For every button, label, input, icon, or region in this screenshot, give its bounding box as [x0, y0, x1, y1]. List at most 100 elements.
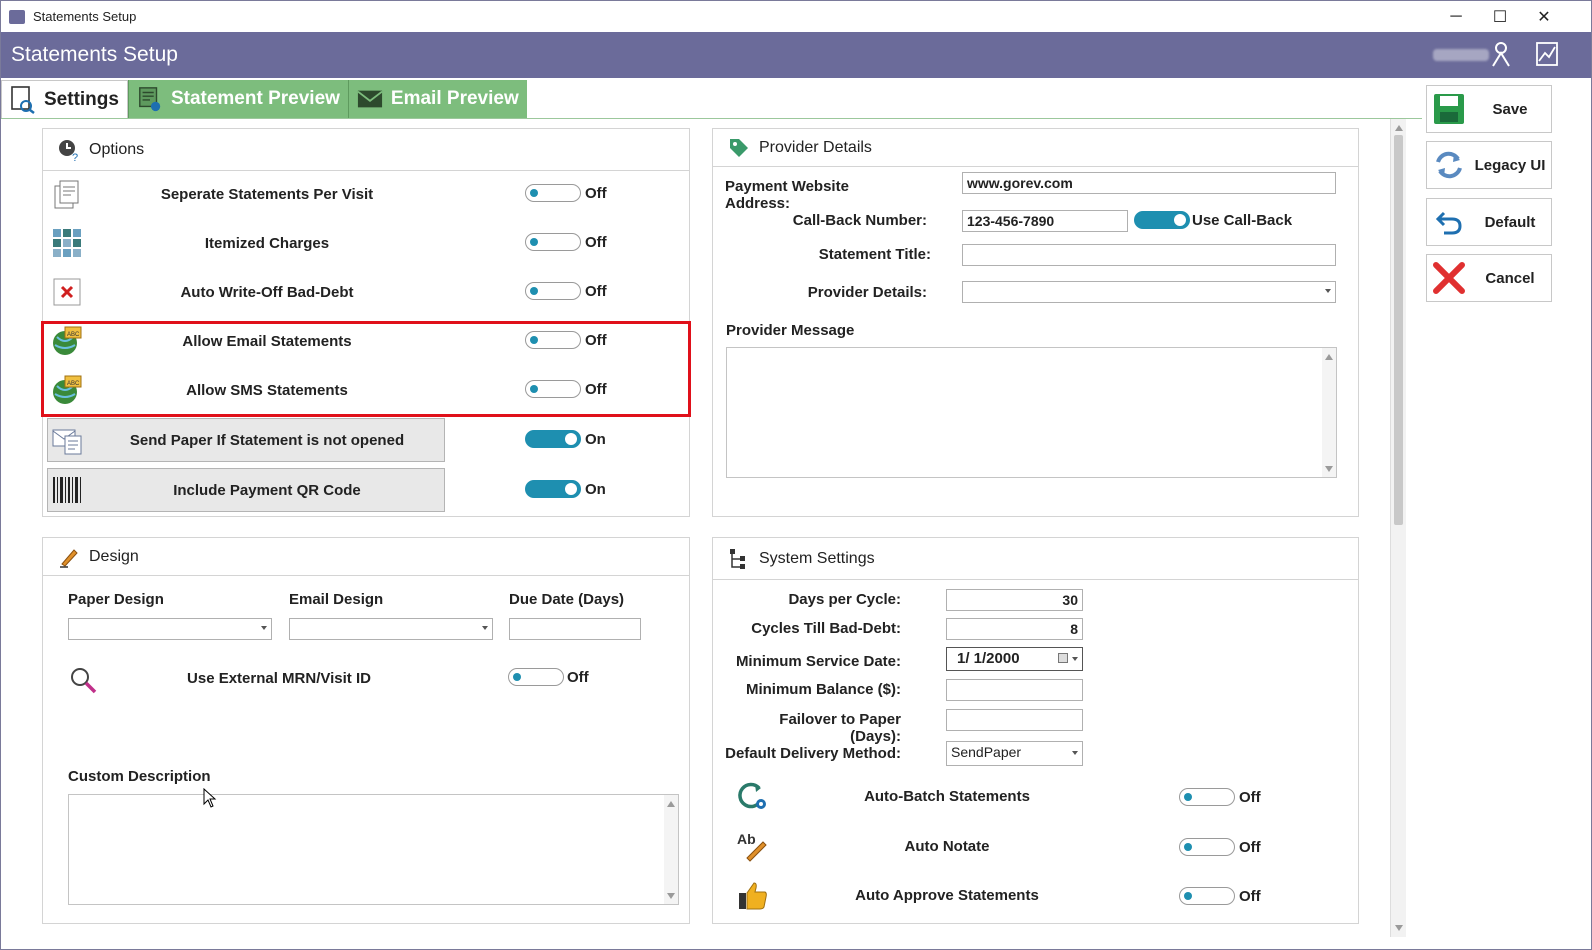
barcode-icon	[51, 474, 83, 506]
tab-statement-preview-label: Statement Preview	[170, 88, 340, 109]
provider-header: Provider Details	[713, 129, 1358, 167]
cycles-bad-debt-input[interactable]: 8	[946, 618, 1083, 640]
tab-strip: Settings Statement Preview Email Preview	[1, 80, 527, 118]
days-per-cycle-input[interactable]: 30	[946, 589, 1083, 611]
toggle-state-label: Off	[567, 669, 589, 686]
magnifier-document-icon	[10, 85, 36, 114]
tree-structure-icon	[727, 547, 751, 571]
custom-description-textarea[interactable]	[68, 794, 679, 905]
itemized-charges-toggle[interactable]	[525, 233, 581, 251]
chevron-down-icon	[1072, 751, 1078, 755]
provider-title: Provider Details	[759, 138, 872, 156]
separate-statements-toggle[interactable]	[525, 184, 581, 202]
user-icon[interactable]	[1487, 41, 1515, 69]
design-panel: Design Paper Design Email Design Due Dat…	[42, 537, 690, 924]
mail-document-icon	[51, 424, 83, 456]
provider-message-scrollbar[interactable]	[1322, 348, 1336, 477]
failover-input[interactable]	[946, 709, 1083, 731]
due-date-input[interactable]	[509, 618, 641, 640]
tab-email-preview[interactable]: Email Preview	[347, 80, 527, 118]
default-label: Default	[1484, 213, 1536, 231]
chevron-down-icon	[1325, 289, 1331, 293]
close-button[interactable]: ✕	[1521, 1, 1567, 32]
calendar-icon[interactable]	[1058, 653, 1068, 663]
clock-question-icon: ?	[57, 138, 81, 162]
email-design-dropdown[interactable]	[289, 618, 493, 640]
use-callback-toggle[interactable]	[1134, 211, 1190, 229]
magnifier-icon	[69, 666, 99, 696]
statement-preview-icon	[137, 86, 163, 112]
scroll-up-icon[interactable]	[1395, 125, 1403, 131]
delivery-method-value: SendPaper	[951, 744, 1022, 760]
auto-writeoff-toggle[interactable]	[525, 282, 581, 300]
main-scrollbar-thumb[interactable]	[1394, 135, 1403, 525]
system-row-auto-notate: Ab Auto Notate Off	[737, 824, 1337, 868]
min-balance-label: Minimum Balance ($):	[745, 681, 901, 698]
system-option-label: Auto Notate	[904, 838, 990, 855]
delivery-method-dropdown[interactable]: SendPaper	[946, 741, 1083, 766]
include-qr-toggle[interactable]	[525, 480, 581, 498]
scroll-down-icon[interactable]	[667, 893, 675, 899]
page-title: Statements Setup	[11, 43, 178, 66]
min-service-date-value: 1/ 1/2000	[957, 650, 1020, 667]
statement-title-label: Statement Title:	[818, 246, 931, 263]
main-scrollbar[interactable]	[1390, 119, 1406, 937]
app-icon	[9, 9, 25, 24]
scroll-up-icon[interactable]	[667, 801, 675, 807]
scroll-up-icon[interactable]	[1325, 354, 1333, 360]
undo-arrow-icon	[1429, 202, 1469, 242]
min-balance-input[interactable]	[946, 679, 1083, 701]
scroll-down-icon[interactable]	[1325, 466, 1333, 472]
documents-stack-icon	[51, 178, 83, 210]
legacy-ui-button[interactable]: Legacy UI	[1426, 141, 1552, 189]
option-label: Seperate Statements Per Visit	[160, 186, 374, 203]
callback-number-input[interactable]: 123-456-7890	[962, 210, 1128, 232]
tab-settings-label: Settings	[44, 88, 119, 110]
title-bar: Statements Setup ─ ☐ ✕	[1, 1, 1591, 32]
external-mrn-label: Use External MRN/Visit ID	[187, 670, 371, 687]
cycles-bad-debt-label: Cycles Till Bad-Debt:	[751, 620, 901, 637]
scroll-down-icon[interactable]	[1395, 925, 1403, 931]
tab-settings[interactable]: Settings	[1, 80, 128, 118]
toggle-state-label: Off	[585, 283, 607, 300]
system-row-auto-approve: Auto Approve Statements Off	[737, 873, 1337, 917]
external-mrn-toggle[interactable]	[508, 668, 564, 686]
option-row-qr-code: Include Payment QR Code On	[47, 468, 687, 512]
toggle-state-label: Off	[585, 185, 607, 202]
paper-design-dropdown[interactable]	[68, 618, 272, 640]
save-button[interactable]: Save	[1426, 85, 1552, 133]
chevron-down-icon	[261, 626, 267, 630]
days-per-cycle-label: Days per Cycle:	[788, 591, 901, 608]
text-pencil-icon: Ab	[737, 830, 769, 862]
provider-message-textarea[interactable]	[726, 347, 1337, 478]
provider-details-label: Provider Details:	[807, 284, 927, 301]
toggle-state-label: Off	[585, 234, 607, 251]
custom-description-scrollbar[interactable]	[664, 795, 678, 904]
maximize-button[interactable]: ☐	[1477, 1, 1523, 32]
provider-details-dropdown[interactable]	[962, 281, 1336, 303]
send-paper-toggle[interactable]	[525, 430, 581, 448]
auto-notate-toggle[interactable]	[1179, 838, 1235, 856]
statement-title-input[interactable]	[962, 244, 1336, 266]
provider-message-label: Provider Message	[726, 322, 855, 339]
payment-website-input[interactable]: www.gorev.com	[962, 172, 1336, 194]
options-title: Options	[89, 140, 145, 158]
auto-batch-toggle[interactable]	[1179, 788, 1235, 806]
tab-statement-preview[interactable]: Statement Preview	[127, 80, 348, 118]
auto-approve-toggle[interactable]	[1179, 887, 1235, 905]
delivery-method-label: Default Delivery Method:	[725, 745, 901, 762]
custom-description-label: Custom Description	[68, 768, 211, 785]
minimize-button[interactable]: ─	[1433, 1, 1479, 32]
default-button[interactable]: Default	[1426, 198, 1552, 246]
system-header: System Settings	[713, 538, 1358, 580]
chart-window-icon[interactable]	[1533, 41, 1561, 69]
toggle-state-label: Off	[1239, 789, 1261, 806]
svg-text:Ab: Ab	[737, 831, 756, 847]
refresh-gear-icon	[737, 780, 769, 812]
cancel-label: Cancel	[1485, 269, 1535, 287]
cancel-button[interactable]: Cancel	[1426, 254, 1552, 302]
option-label: Include Payment QR Code	[173, 482, 361, 499]
min-service-date-picker[interactable]: 1/ 1/2000	[946, 647, 1083, 671]
design-title: Design	[89, 547, 139, 565]
toggle-state-label: On	[585, 481, 606, 498]
